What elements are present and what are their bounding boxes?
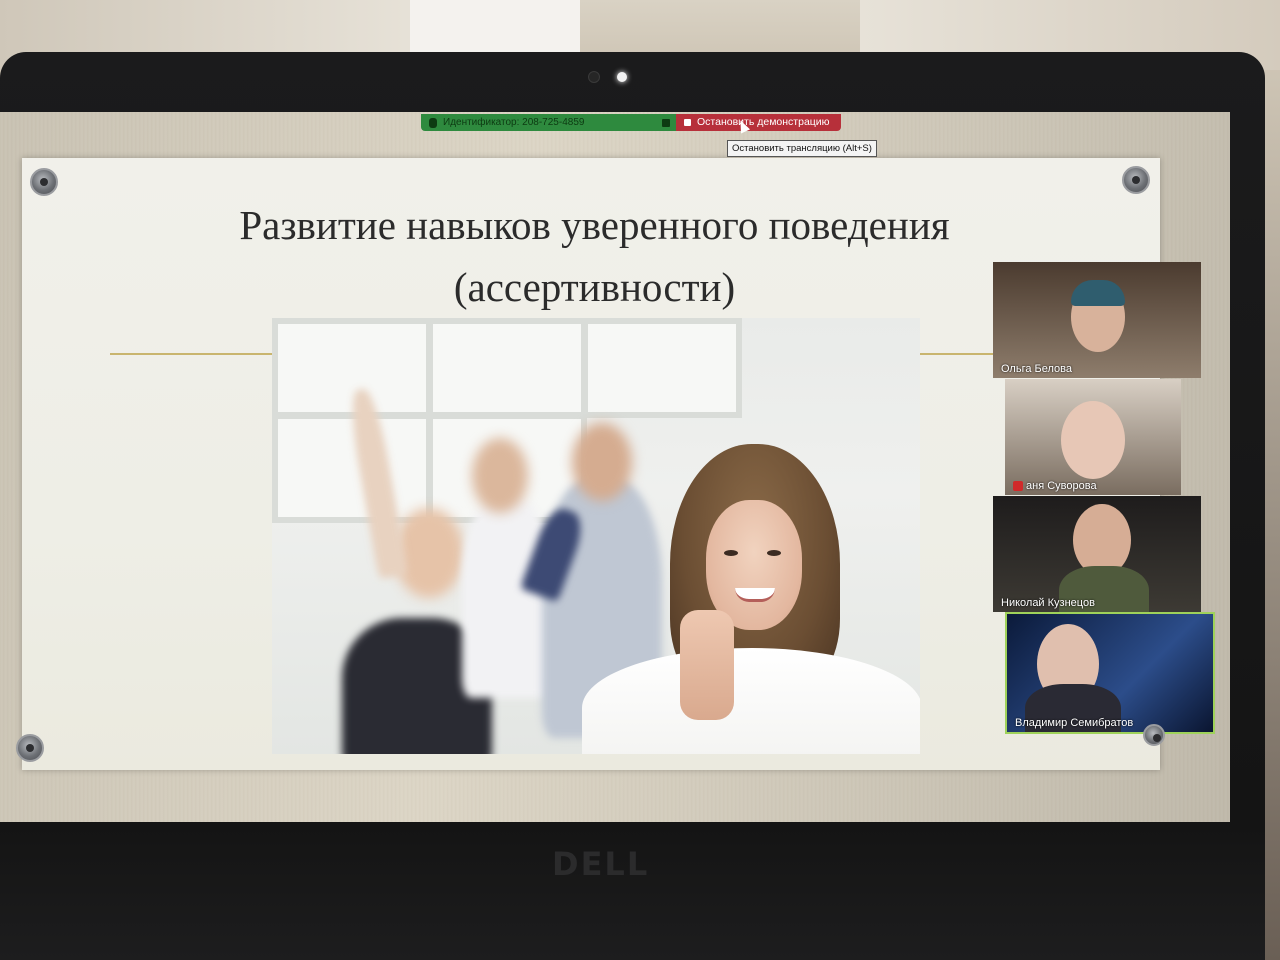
screen-share-toolbar: Идентификатор: 208-725-4859 Остановить д… xyxy=(421,114,841,131)
thumbs-up-icon xyxy=(680,610,734,720)
rivet-icon xyxy=(16,734,44,762)
participant-video xyxy=(1061,401,1125,479)
webcam-light xyxy=(617,72,627,82)
participant-tile[interactable]: Ольга Белова xyxy=(993,262,1201,378)
rivet-icon xyxy=(1122,166,1150,194)
photo-window xyxy=(272,318,432,418)
photo-window xyxy=(427,318,587,418)
participant-tile-active-speaker[interactable]: Владимир Семибратов xyxy=(1005,612,1215,734)
participant-name: Ольга Белова xyxy=(1001,363,1072,375)
participant-name: Владимир Семибратов xyxy=(1015,717,1134,729)
photo-window xyxy=(272,413,432,523)
participant-tile[interactable]: аня Суворова xyxy=(1005,379,1181,495)
webcam-lens xyxy=(588,71,600,83)
muted-mic-icon xyxy=(1013,481,1023,491)
rivet-icon xyxy=(1143,724,1165,746)
decorative-rule xyxy=(110,353,275,355)
participant-name: Николай Кузнецов xyxy=(1001,597,1095,609)
photo-woman-eye xyxy=(767,550,781,556)
stop-share-label: Остановить демонстрацию xyxy=(697,116,830,128)
background-window xyxy=(410,0,580,52)
lock-icon xyxy=(662,118,670,127)
presentation-slide: Развитие навыков уверенного поведения (а… xyxy=(16,158,1160,770)
participant-video xyxy=(1071,280,1125,306)
photo-person-head xyxy=(472,438,528,513)
laptop-brand-logo: DELL xyxy=(552,845,650,883)
slide-photo-happy-team xyxy=(272,318,920,754)
participant-name: аня Суворова xyxy=(1013,480,1097,492)
photo-woman-eye xyxy=(724,550,738,556)
meeting-id-indicator[interactable]: Идентификатор: 208-725-4859 xyxy=(421,114,676,131)
stop-share-tooltip: Остановить трансляцию (Alt+S) xyxy=(727,140,877,157)
rivet-icon xyxy=(30,168,58,196)
stop-icon xyxy=(684,119,691,126)
slide-title-line-1: Развитие навыков уверенного поведения xyxy=(239,202,950,248)
photo-window xyxy=(582,318,742,418)
participant-gallery: Ольга Белова аня Суворова Николай Кузнец… xyxy=(993,262,1218,746)
participant-tile[interactable]: Николай Кузнецов xyxy=(993,496,1201,612)
microphone-icon xyxy=(429,117,437,128)
stop-share-button[interactable]: Остановить демонстрацию xyxy=(676,114,841,131)
photo-person-head xyxy=(572,423,632,501)
photo-person-body xyxy=(462,498,552,698)
meeting-id-label: Идентификатор: 208-725-4859 xyxy=(443,117,585,128)
